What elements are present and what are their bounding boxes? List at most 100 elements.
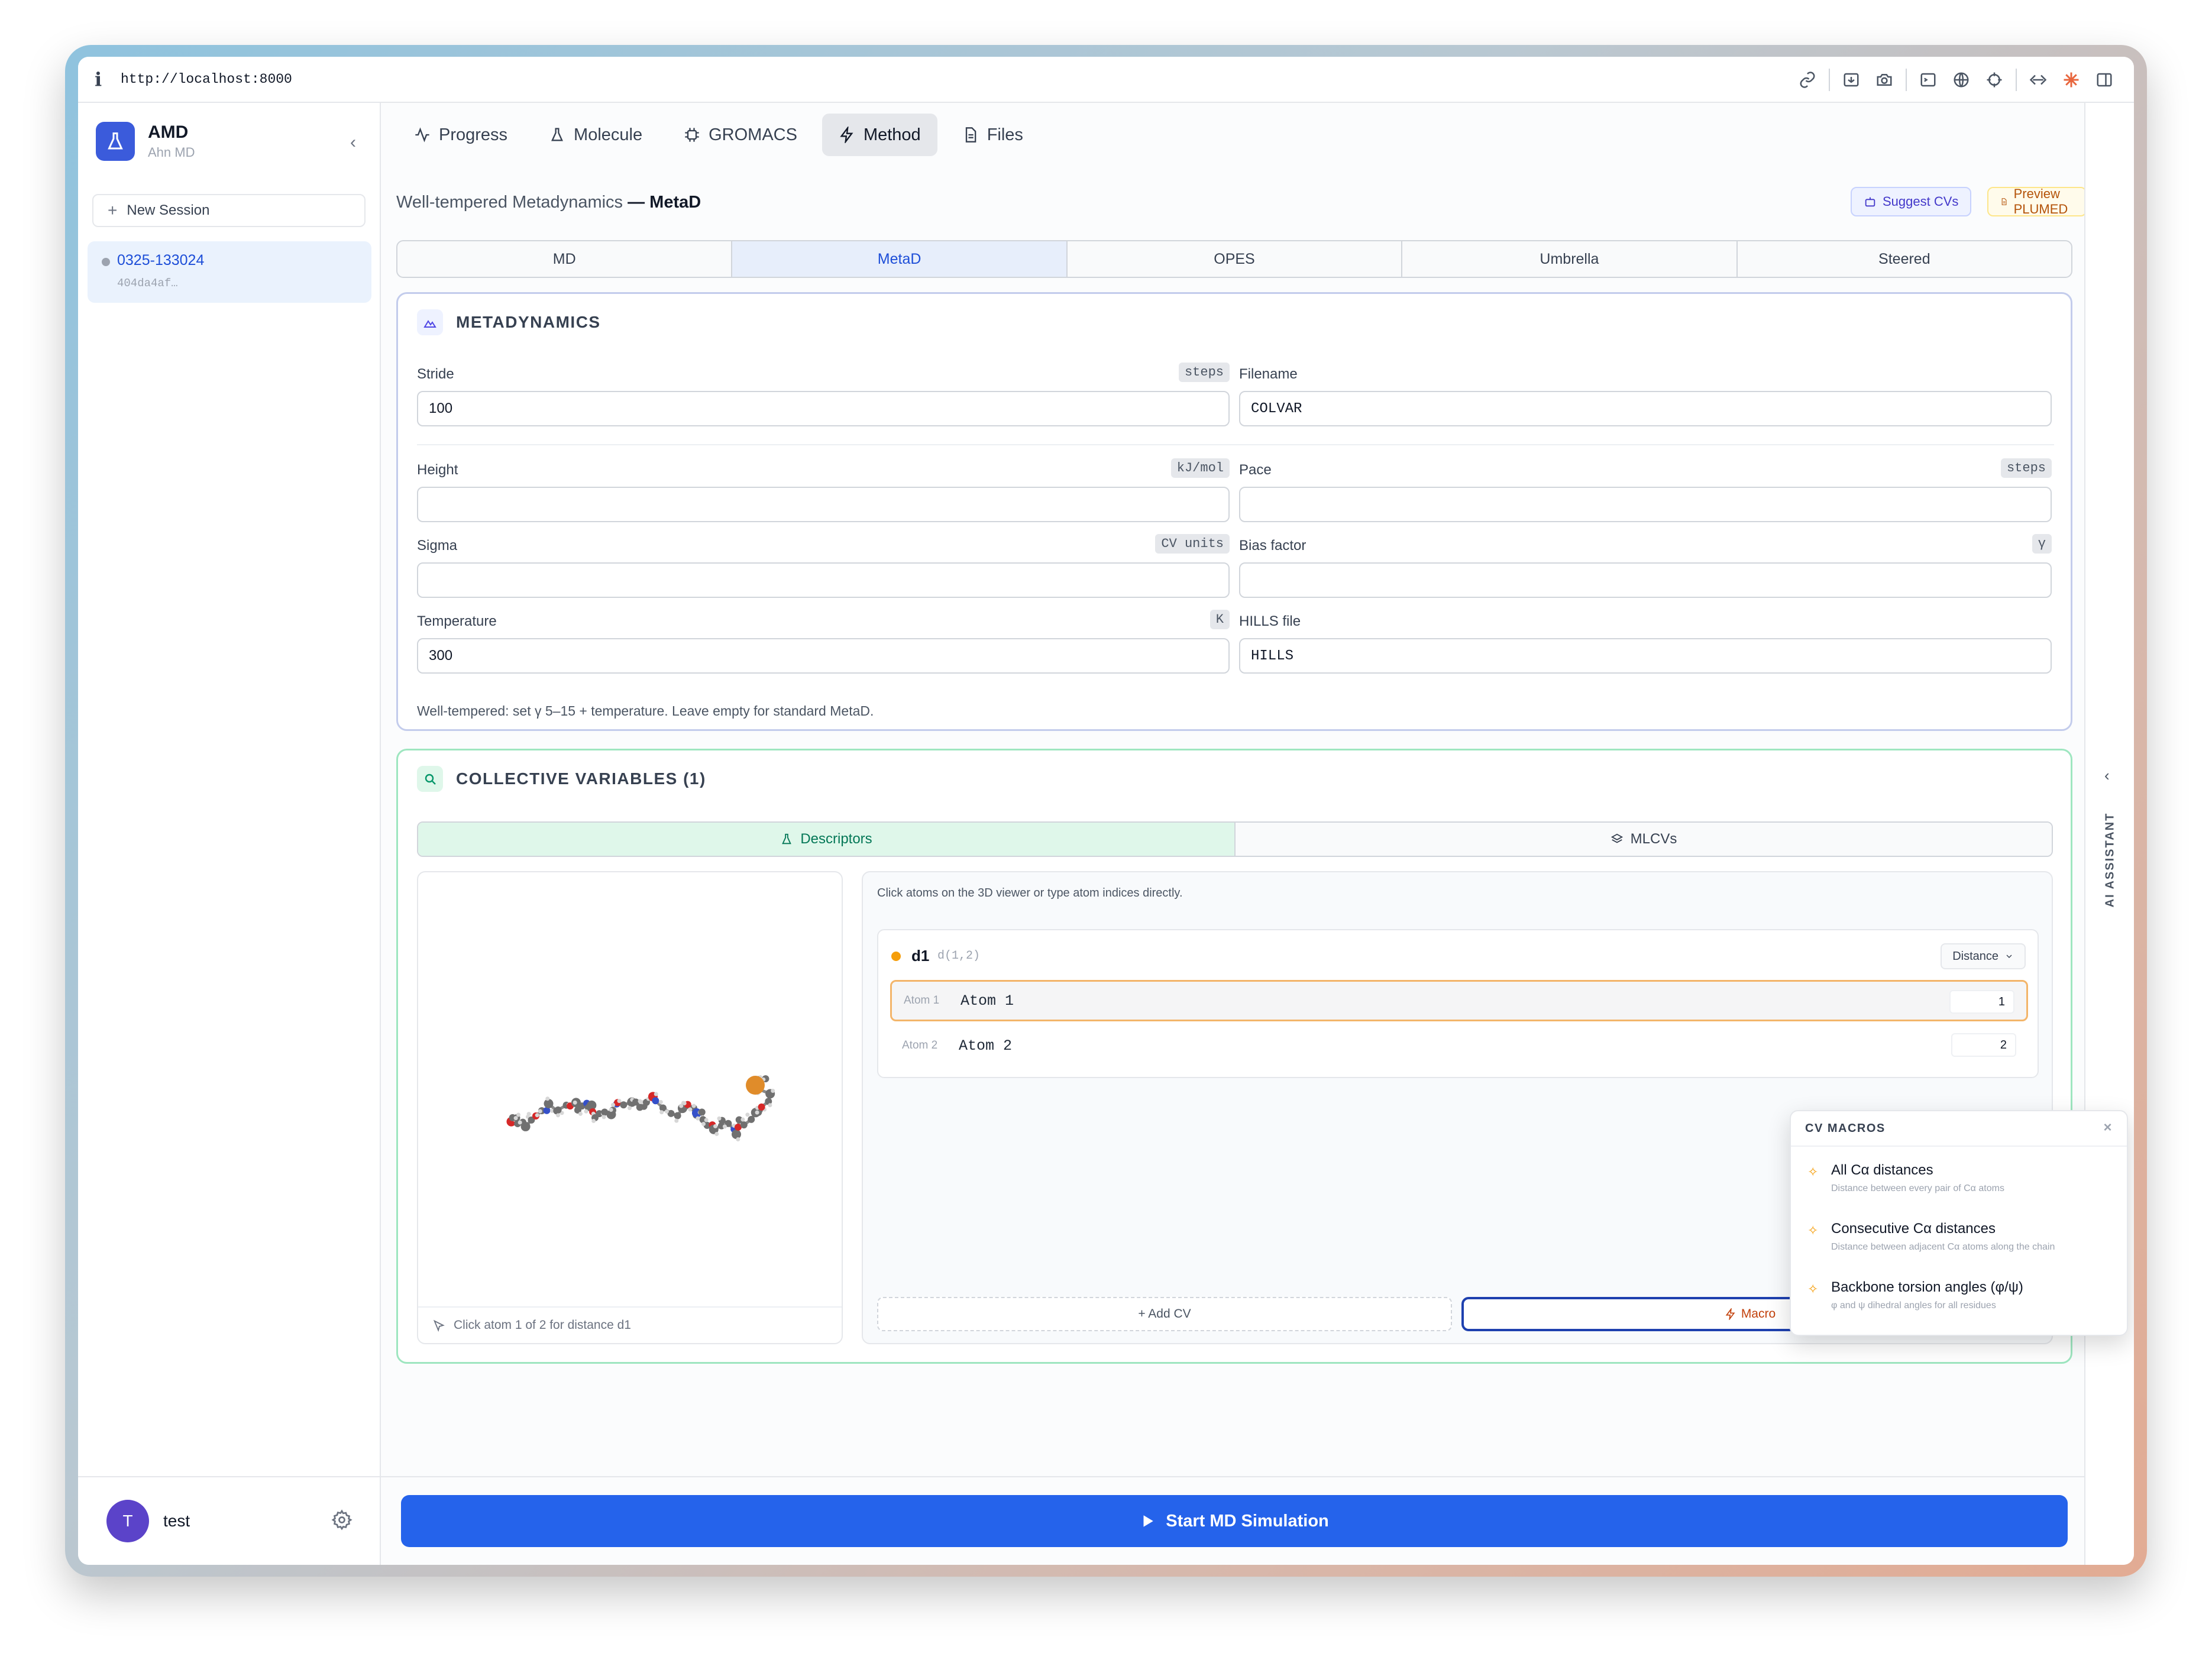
crosshair-icon[interactable] bbox=[1978, 57, 2011, 103]
code-icon[interactable] bbox=[2022, 57, 2055, 103]
close-icon[interactable]: × bbox=[2103, 1120, 2113, 1136]
bias-factor-input[interactable] bbox=[1239, 562, 2052, 598]
toolbar-separator bbox=[1906, 69, 1907, 91]
macro-item-backbone-torsions[interactable]: ✧ Backbone torsion angles (φ/ψ) φ and ψ di… bbox=[1791, 1264, 2127, 1322]
tab-label: Files bbox=[987, 125, 1023, 144]
session-hash: 404da4af… bbox=[117, 277, 178, 290]
temperature-label: Temperature bbox=[417, 613, 497, 629]
atom-tag: Atom 1 bbox=[904, 994, 940, 1007]
ai-assistant-rail[interactable]: ‹ AI ASSISTANT bbox=[2084, 103, 2134, 1565]
plus-icon: + bbox=[108, 201, 118, 219]
height-unit: kJ/mol bbox=[1170, 458, 1230, 478]
collapse-sidebar-icon[interactable]: ‹ bbox=[350, 132, 356, 153]
pace-unit: steps bbox=[2000, 458, 2052, 478]
method-tab-steered[interactable]: Steered bbox=[1738, 241, 2071, 277]
pace-field: Pace steps bbox=[1239, 458, 2052, 522]
macro-item-consecutive-ca-distances[interactable]: ✧ Consecutive Cα distances Distance betwee… bbox=[1791, 1205, 2127, 1264]
preview-plumed-label: Preview PLUMED bbox=[2013, 186, 2068, 216]
screenshot-icon[interactable] bbox=[1835, 57, 1868, 103]
hills-file-input[interactable]: HILLS bbox=[1239, 638, 2052, 674]
bias-factor-unit: γ bbox=[2032, 534, 2052, 554]
camera-icon[interactable] bbox=[1868, 57, 1901, 103]
atom-name: Atom 1 bbox=[961, 992, 1014, 1010]
stride-input[interactable]: 100 bbox=[417, 391, 1230, 426]
user-row: T test bbox=[78, 1476, 380, 1565]
pace-label: Pace bbox=[1239, 462, 1272, 478]
start-simulation-button[interactable]: Start MD Simulation bbox=[401, 1495, 2068, 1547]
bias-factor-label: Bias factor bbox=[1239, 538, 1306, 554]
claude-icon[interactable] bbox=[2055, 57, 2088, 103]
molecule-3d-viewer[interactable]: Click atom 1 of 2 for distance d1 bbox=[417, 871, 843, 1344]
suggest-cvs-label: Suggest CVs bbox=[1883, 194, 1959, 209]
globe-icon[interactable] bbox=[1945, 57, 1978, 103]
chevron-left-icon[interactable]: ‹ bbox=[2104, 766, 2110, 785]
avatar[interactable]: T bbox=[106, 1500, 149, 1542]
ai-assistant-label: AI ASSISTANT bbox=[2103, 812, 2117, 908]
atom-1-index-input[interactable]: 1 bbox=[1949, 990, 2014, 1014]
tab-gromacs[interactable]: GROMACS bbox=[667, 114, 814, 156]
tab-progress[interactable]: Progress bbox=[397, 114, 524, 156]
hills-file-field: HILLS file HILLS bbox=[1239, 610, 2052, 674]
toolbar-icons bbox=[1791, 57, 2121, 103]
suggest-cvs-button[interactable]: Suggest CVs bbox=[1851, 187, 1972, 216]
tab-label: Descriptors bbox=[800, 831, 872, 847]
filename-input[interactable]: COLVAR bbox=[1239, 391, 2052, 426]
molecule-structure[interactable] bbox=[495, 1002, 791, 1180]
tab-files[interactable]: Files bbox=[946, 114, 1040, 156]
tab-label: Molecule bbox=[574, 125, 643, 144]
cv-expression: d(1,2) bbox=[937, 949, 981, 963]
atom-1-row[interactable]: Atom 1 Atom 1 1 bbox=[890, 980, 2028, 1021]
tab-label: GROMACS bbox=[709, 125, 797, 144]
tab-label: Method bbox=[863, 125, 921, 144]
app-title: AMD bbox=[148, 122, 189, 142]
url-bar[interactable]: i http://localhost:8000 bbox=[78, 57, 2134, 103]
play-icon bbox=[1143, 1515, 1153, 1527]
height-input[interactable] bbox=[417, 487, 1230, 522]
sparkle-icon: ✧ bbox=[1807, 1164, 1819, 1179]
metadynamics-panel: METADYNAMICS Stride steps 100 Filename C… bbox=[396, 292, 2072, 731]
method-tab-metad[interactable]: MetaD bbox=[732, 241, 1068, 277]
gear-icon[interactable] bbox=[331, 1509, 353, 1533]
method-tab-md[interactable]: MD bbox=[397, 241, 733, 277]
hills-file-label: HILLS file bbox=[1239, 613, 1301, 629]
atom-tag: Atom 2 bbox=[902, 1039, 938, 1051]
tab-method[interactable]: Method bbox=[822, 114, 937, 156]
cv-macros-title: CV MACROS bbox=[1805, 1121, 1886, 1135]
height-field: Height kJ/mol bbox=[417, 458, 1230, 522]
temperature-input[interactable]: 300 bbox=[417, 638, 1230, 674]
add-cv-button[interactable]: + Add CV bbox=[877, 1297, 1452, 1331]
sigma-label: Sigma bbox=[417, 538, 458, 554]
page-title: Well-tempered Metadynamics — MetaD bbox=[396, 193, 701, 212]
cv-title: COLLECTIVE VARIABLES (1) bbox=[456, 769, 706, 788]
tab-descriptors[interactable]: Descriptors bbox=[418, 823, 1236, 856]
method-tab-opes[interactable]: OPES bbox=[1068, 241, 1403, 277]
stride-field: Stride steps 100 bbox=[417, 363, 1230, 426]
method-tab-umbrella[interactable]: Umbrella bbox=[1402, 241, 1738, 277]
sigma-unit: CV units bbox=[1155, 534, 1230, 554]
cv-color-dot bbox=[891, 952, 901, 961]
cv-tabs: Descriptors MLCVs bbox=[417, 821, 2053, 857]
sigma-input[interactable] bbox=[417, 562, 1230, 598]
metadynamics-title: METADYNAMICS bbox=[456, 313, 601, 331]
tab-label: Progress bbox=[439, 125, 508, 144]
terminal-icon[interactable] bbox=[1912, 57, 1945, 103]
title-suffix: — MetaD bbox=[628, 193, 701, 212]
url-text[interactable]: http://localhost:8000 bbox=[121, 72, 292, 87]
link-icon[interactable] bbox=[1791, 57, 1824, 103]
atom-2-row[interactable]: Atom 2 Atom 2 2 bbox=[890, 1025, 2028, 1066]
session-id: 0325-133024 bbox=[117, 252, 205, 268]
zap-icon bbox=[840, 127, 853, 143]
tab-mlcvs[interactable]: MLCVs bbox=[1236, 823, 2052, 856]
sidebar-toggle-icon[interactable] bbox=[2088, 57, 2121, 103]
cv-type-select[interactable]: Distance bbox=[1941, 943, 2026, 969]
activity-icon bbox=[415, 127, 429, 143]
stride-label: Stride bbox=[417, 366, 454, 382]
pace-input[interactable] bbox=[1239, 487, 2052, 522]
tab-molecule[interactable]: Molecule bbox=[532, 114, 659, 156]
new-session-button[interactable]: + New Session bbox=[92, 194, 366, 227]
macro-item-all-ca-distances[interactable]: ✧ All Cα distances Distance between every … bbox=[1791, 1147, 2127, 1205]
atom-2-index-input[interactable]: 2 bbox=[1951, 1033, 2016, 1057]
session-item[interactable]: 0325-133024 404da4af… bbox=[88, 241, 371, 303]
info-icon[interactable]: i bbox=[95, 68, 118, 90]
preview-plumed-button[interactable]: Preview PLUMED bbox=[1987, 186, 2087, 216]
